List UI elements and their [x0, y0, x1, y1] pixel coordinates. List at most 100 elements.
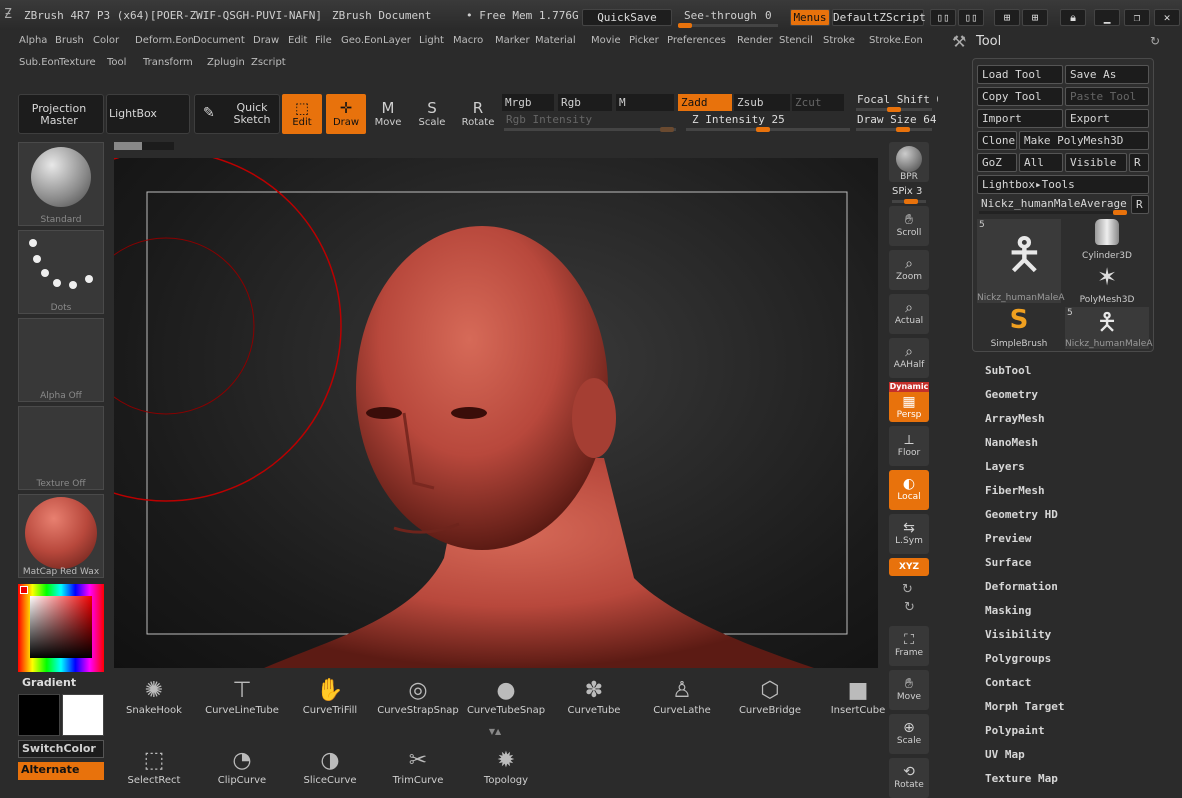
tool-thumb-polymesh3d[interactable]: ✶ PolyMesh3D — [1065, 263, 1149, 305]
see-through-label[interactable]: See-through — [684, 9, 757, 22]
gradient-label[interactable]: Gradient — [22, 676, 76, 689]
tool-thumb-nickz-2[interactable]: 5 🯅 Nickz_humanMaleA — [1065, 307, 1153, 349]
menu-document[interactable]: Document — [190, 32, 248, 50]
lightbox-tools-button[interactable]: Lightbox▸Tools — [977, 175, 1149, 194]
rotate-y-icon[interactable]: ↻ — [902, 582, 913, 597]
menu-zplugin[interactable]: Zplugin — [204, 54, 248, 72]
rotate-button[interactable]: R Rotate — [458, 94, 498, 134]
goz-r-button[interactable]: R — [1129, 153, 1149, 172]
restore-icon[interactable]: ❐ — [1124, 9, 1150, 26]
load-tool-button[interactable]: Load Tool — [977, 65, 1063, 84]
alpha-selector[interactable]: Alpha Off — [18, 318, 104, 402]
brush-slicecurve[interactable]: ◑ SliceCurve — [288, 747, 372, 786]
color-square[interactable] — [30, 596, 92, 658]
menu-color[interactable]: Color — [90, 32, 122, 50]
scale-button[interactable]: S Scale — [412, 94, 452, 134]
lightbox-button[interactable]: LightBox — [106, 94, 190, 134]
menu-render[interactable]: Render — [734, 32, 776, 50]
lsym-button[interactable]: ⇆ L.Sym — [889, 514, 929, 554]
draw-button[interactable]: ✛ Draw — [326, 94, 366, 134]
section-polypaint[interactable]: Polypaint — [985, 724, 1045, 737]
brush-curvetrifill[interactable]: ✋ CurveTriFill — [288, 677, 372, 716]
goz-visible-button[interactable]: Visible — [1065, 153, 1127, 172]
focal-shift-slider[interactable] — [856, 107, 932, 112]
default-zscript-button[interactable]: DefaultZScript — [832, 9, 926, 26]
brush-selector[interactable]: Standard — [18, 142, 104, 226]
brush-curvelathe[interactable]: ♙ CurveLathe — [640, 677, 724, 716]
menus-button[interactable]: Menus — [790, 9, 830, 26]
menu-tool[interactable]: Tool — [104, 54, 129, 72]
tool-thumb-nickz-1[interactable]: 5 🯅 Nickz_humanMaleA — [977, 219, 1065, 303]
section-texture-map[interactable]: Texture Map — [985, 772, 1058, 785]
rgb-button[interactable]: Rgb — [558, 94, 612, 111]
draw-size-slider[interactable] — [856, 127, 932, 132]
menu-movie[interactable]: Movie — [588, 32, 624, 50]
split-icon[interactable]: ⊞ — [994, 9, 1020, 26]
menu-file[interactable]: File — [312, 32, 335, 50]
menu-texture[interactable]: Texture — [56, 54, 99, 72]
brush-clipcurve[interactable]: ◔ ClipCurve — [200, 747, 284, 786]
section-morph-target[interactable]: Morph Target — [985, 700, 1064, 713]
menu-deform-eon[interactable]: Deform.Eon — [132, 32, 197, 50]
z-intensity-slider[interactable] — [686, 127, 850, 132]
zsub-button[interactable]: Zsub — [734, 94, 790, 111]
section-subtool[interactable]: SubTool — [985, 364, 1031, 377]
persp-button[interactable]: Dynamic ▦ Persp — [889, 382, 929, 422]
alternate-button[interactable]: Alternate — [18, 762, 104, 780]
brush-trimcurve[interactable]: ✂ TrimCurve — [376, 747, 460, 786]
rotate-view-button[interactable]: ⟲ Rotate — [889, 758, 929, 798]
color-picker[interactable] — [18, 584, 104, 672]
edit-button[interactable]: ⬚ Edit — [282, 94, 322, 134]
layout-2-icon[interactable]: ▯▯ — [958, 9, 984, 26]
lock-icon[interactable]: 🔒︎ — [1060, 9, 1086, 26]
rotate-z-icon[interactable]: ↻ — [904, 600, 915, 615]
tool-thumb-cylinder3d[interactable]: Cylinder3D — [1065, 219, 1149, 261]
brush-insertcube[interactable]: ■ InsertCube — [816, 677, 900, 716]
goz-all-button[interactable]: All — [1019, 153, 1063, 172]
brush-curvetube[interactable]: ✽ CurveTube — [552, 677, 636, 716]
close-icon[interactable]: ✕ — [1154, 9, 1180, 26]
texture-selector[interactable]: Texture Off — [18, 406, 104, 490]
export-button[interactable]: Export — [1065, 109, 1149, 128]
m-button[interactable]: M — [616, 94, 674, 111]
scale-view-button[interactable]: ⊕ Scale — [889, 714, 929, 754]
menu-macro[interactable]: Macro — [450, 32, 486, 50]
zadd-button[interactable]: Zadd — [678, 94, 732, 111]
current-tool-r-button[interactable]: R — [1131, 195, 1149, 214]
section-geometry[interactable]: Geometry — [985, 388, 1038, 401]
split-2-icon[interactable]: ⊞ — [1022, 9, 1048, 26]
menu-brush[interactable]: Brush — [52, 32, 87, 50]
local-button[interactable]: ◐ Local — [889, 470, 929, 510]
zoom-button[interactable]: ⌕ Zoom — [889, 250, 929, 290]
xyz-button[interactable]: XYZ — [889, 558, 929, 576]
main-color-swatch[interactable] — [18, 694, 60, 736]
menu-material[interactable]: Material — [532, 32, 579, 50]
brush-curvebridge[interactable]: ⬡ CurveBridge — [728, 677, 812, 716]
brush-curvetubesnap[interactable]: ● CurveTubeSnap — [464, 677, 548, 716]
brush-curvelinetube[interactable]: ⊤ CurveLineTube — [200, 677, 284, 716]
menu-light[interactable]: Light — [416, 32, 447, 50]
bpr-button[interactable]: BPR — [889, 142, 929, 182]
current-tool-slider[interactable] — [979, 210, 1127, 215]
rgb-intensity-slider[interactable] — [504, 127, 676, 132]
document-canvas[interactable] — [114, 158, 878, 668]
floor-button[interactable]: ⟂ Floor — [889, 426, 929, 466]
shelf-expand-icon[interactable]: ▼▲ — [430, 728, 560, 736]
tool-thumb-simplebrush[interactable]: S SimpleBrush — [977, 305, 1061, 349]
mrgb-button[interactable]: Mrgb — [502, 94, 554, 111]
section-contact[interactable]: Contact — [985, 676, 1031, 689]
quicksave-button[interactable]: QuickSave — [582, 9, 672, 26]
menu-edit[interactable]: Edit — [285, 32, 310, 50]
spix-slider[interactable] — [892, 199, 926, 204]
copy-tool-button[interactable]: Copy Tool — [977, 87, 1063, 106]
see-through-slider[interactable] — [678, 23, 778, 28]
menu-alpha[interactable]: Alpha — [16, 32, 50, 50]
paste-tool-button[interactable]: Paste Tool — [1065, 87, 1149, 106]
section-preview[interactable]: Preview — [985, 532, 1031, 545]
menu-draw[interactable]: Draw — [250, 32, 282, 50]
clone-button[interactable]: Clone — [977, 131, 1017, 150]
brush-topology[interactable]: ✹ Topology — [464, 747, 548, 786]
material-selector[interactable]: MatCap Red Wax — [18, 494, 104, 578]
menu-stroke-eon[interactable]: Stroke.Eon — [866, 32, 926, 50]
menu-zscript[interactable]: Zscript — [248, 54, 289, 72]
